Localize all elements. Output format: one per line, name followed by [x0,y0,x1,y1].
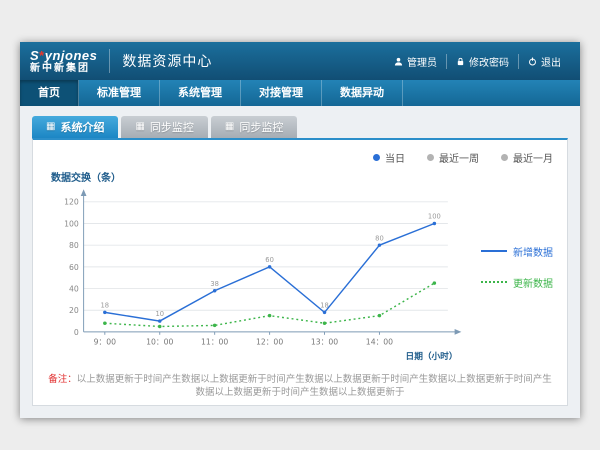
nav-item-standard-management[interactable]: 标准管理 [79,80,160,106]
svg-text:11：00: 11：00 [201,337,228,346]
svg-text:100: 100 [64,219,79,228]
svg-text:18: 18 [320,302,329,310]
logout-button[interactable]: 退出 [518,54,570,69]
series-legend: 新增数据 更新数据 [481,244,553,290]
nav-item-integration-management[interactable]: 对接管理 [241,80,322,106]
app-window: S*ynjones 新中新集团 数据资源中心 管理员 修改密码 退出 首页 标准… [20,42,580,418]
tab-system-intro[interactable]: ▦ 系统介绍 [32,116,118,138]
logo-company-name: 新中新集团 [30,64,97,74]
svg-text:12：00: 12：00 [256,337,283,346]
grid-icon: ▦ [46,122,55,132]
svg-text:14：00: 14：00 [366,337,393,346]
footnote-text: 以上数据更新于时间产生数据以上数据更新于时间产生数据以上数据更新于时间产生数据以… [77,374,552,398]
admin-user-button[interactable]: 管理员 [385,54,446,69]
svg-text:38: 38 [210,280,219,288]
nav-item-home[interactable]: 首页 [20,80,79,106]
company-logo[interactable]: S*ynjones 新中新集团 [30,49,97,74]
svg-text:40: 40 [69,284,79,293]
dotted-line-icon [481,281,507,283]
footnote-label: 备注： [48,374,77,385]
svg-text:10: 10 [155,310,164,318]
content-area: ▦ 系统介绍 ▦ 同步监控 ▦ 同步监控 当日 最近一周 [20,106,580,418]
svg-text:9：00: 9：00 [94,337,116,346]
svg-text:60: 60 [69,263,79,272]
svg-text:80: 80 [69,241,79,250]
legend-new-data[interactable]: 新增数据 [481,244,553,259]
today-dot-icon [373,154,380,161]
legend-update-data[interactable]: 更新数据 [481,275,553,290]
header-divider [109,49,110,73]
svg-text:120: 120 [64,198,79,207]
svg-text:80: 80 [375,234,384,242]
filter-last-week[interactable]: 最近一周 [427,150,479,165]
filter-last-month[interactable]: 最近一月 [501,150,553,165]
time-range-filters: 当日 最近一周 最近一月 [47,150,553,165]
svg-text:10：00: 10：00 [146,337,173,346]
svg-text:18: 18 [101,302,110,310]
solid-line-icon [481,250,507,252]
last-month-dot-icon [501,154,508,161]
tab-sync-monitor-1[interactable]: ▦ 同步监控 [121,116,207,138]
y-axis-label: 数据交换（条） [51,169,553,184]
svg-text:13：00: 13：00 [311,337,338,346]
change-password-button[interactable]: 修改密码 [446,54,518,69]
filter-today[interactable]: 当日 [373,150,405,165]
user-icon [394,57,403,66]
grid-icon: ▦ [225,122,234,132]
svg-text:0: 0 [74,328,79,337]
top-header: S*ynjones 新中新集团 数据资源中心 管理员 修改密码 退出 [20,42,580,80]
line-chart: 0 20 40 60 80 100 120 9：00 10：00 11：00 12：00 13：00 1… [47,184,471,369]
power-icon [528,57,537,66]
nav-item-system-management[interactable]: 系统管理 [160,80,241,106]
tab-strip: ▦ 系统介绍 ▦ 同步监控 ▦ 同步监控 [32,116,568,138]
grid-icon: ▦ [135,122,144,132]
chart-row: 0 20 40 60 80 100 120 9：00 10：00 11：00 12：00 13：00 1… [47,184,553,369]
lock-icon [456,57,465,66]
user-actions: 管理员 修改密码 退出 [385,54,570,69]
svg-text:20: 20 [69,306,79,315]
main-navigation: 首页 标准管理 系统管理 对接管理 数据异动 [20,80,580,106]
tab-sync-monitor-2[interactable]: ▦ 同步监控 [211,116,297,138]
nav-item-data-changes[interactable]: 数据异动 [322,80,403,106]
svg-text:日期（小时）: 日期（小时） [406,350,458,362]
svg-text:60: 60 [265,256,274,264]
last-week-dot-icon [427,154,434,161]
footnote: 备注：以上数据更新于时间产生数据以上数据更新于时间产生数据以上数据更新于时间产生… [47,373,553,400]
chart-panel: 当日 最近一周 最近一月 数据交换（条） 0 20 40 60 80 100 120 9：00… [32,138,568,406]
svg-text:100: 100 [428,213,441,221]
logo-wordmark: S*ynjones [30,49,97,62]
page-title: 数据资源中心 [122,51,212,71]
